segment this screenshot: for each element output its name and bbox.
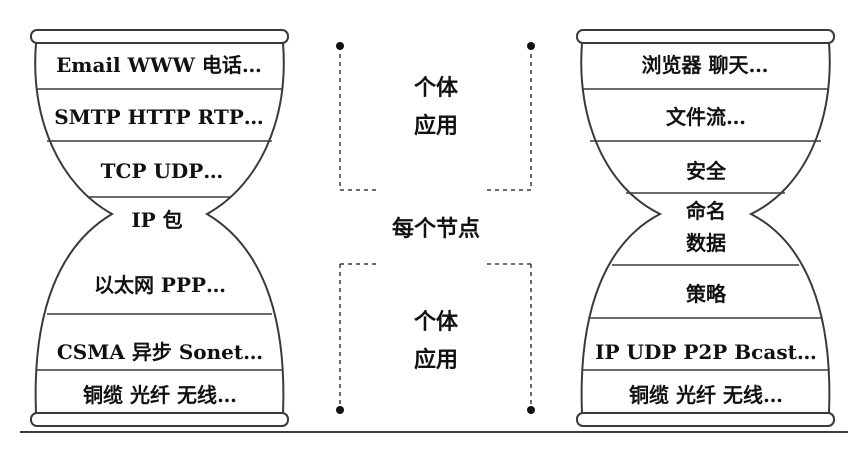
bottom-center-label-line2: 应用 bbox=[414, 347, 458, 373]
left-layer-link: 以太网 PPP… bbox=[94, 273, 226, 297]
right-layer-data: 数据 bbox=[686, 231, 726, 255]
center-middle-label: 每个节点 bbox=[392, 216, 480, 242]
left-top-cap bbox=[30, 29, 289, 44]
top-center-label-line2: 应用 bbox=[414, 113, 458, 139]
left-hourglass: Email WWW 电话… SMTP HTTP RTP… TCP UDP… IP… bbox=[30, 29, 289, 427]
top-left-dot bbox=[336, 42, 344, 50]
left-layer-transport: TCP UDP… bbox=[101, 159, 224, 183]
right-layer-apps: 浏览器 聊天… bbox=[642, 53, 769, 77]
left-layer-physical: 铜缆 光纤 无线… bbox=[83, 383, 237, 407]
bottom-right-dot bbox=[527, 406, 535, 414]
left-layer-mac: CSMA 异步 Sonet… bbox=[57, 340, 263, 364]
right-layer-policy: 策略 bbox=[686, 282, 727, 306]
left-layer-ip: IP 包 bbox=[131, 208, 182, 232]
right-layer-filestream: 文件流… bbox=[666, 105, 746, 129]
left-layer-protocols: SMTP HTTP RTP… bbox=[54, 105, 264, 129]
right-layer-transport: IP UDP P2P Bcast… bbox=[595, 340, 817, 364]
top-right-dot bbox=[527, 42, 535, 50]
top-center-label-line1: 个体 bbox=[414, 75, 459, 101]
right-layer-physical: 铜缆 光纤 无线… bbox=[629, 383, 783, 407]
bottom-left-dot bbox=[336, 406, 344, 414]
bottom-center-label-line1: 个体 bbox=[414, 309, 459, 335]
hourglass-diagram: Email WWW 电话… SMTP HTTP RTP… TCP UDP… IP… bbox=[20, 29, 848, 433]
left-bottom-cap bbox=[30, 412, 289, 427]
right-bottom-cap bbox=[576, 412, 835, 427]
right-layer-naming: 命名 bbox=[686, 199, 726, 223]
right-hourglass: 浏览器 聊天… 文件流… 安全 命名 数据 策略 IP UDP P2P Bcas… bbox=[576, 29, 835, 427]
right-top-cap bbox=[576, 29, 835, 44]
left-layer-application: Email WWW 电话… bbox=[56, 53, 262, 77]
right-layer-security: 安全 bbox=[686, 159, 727, 183]
